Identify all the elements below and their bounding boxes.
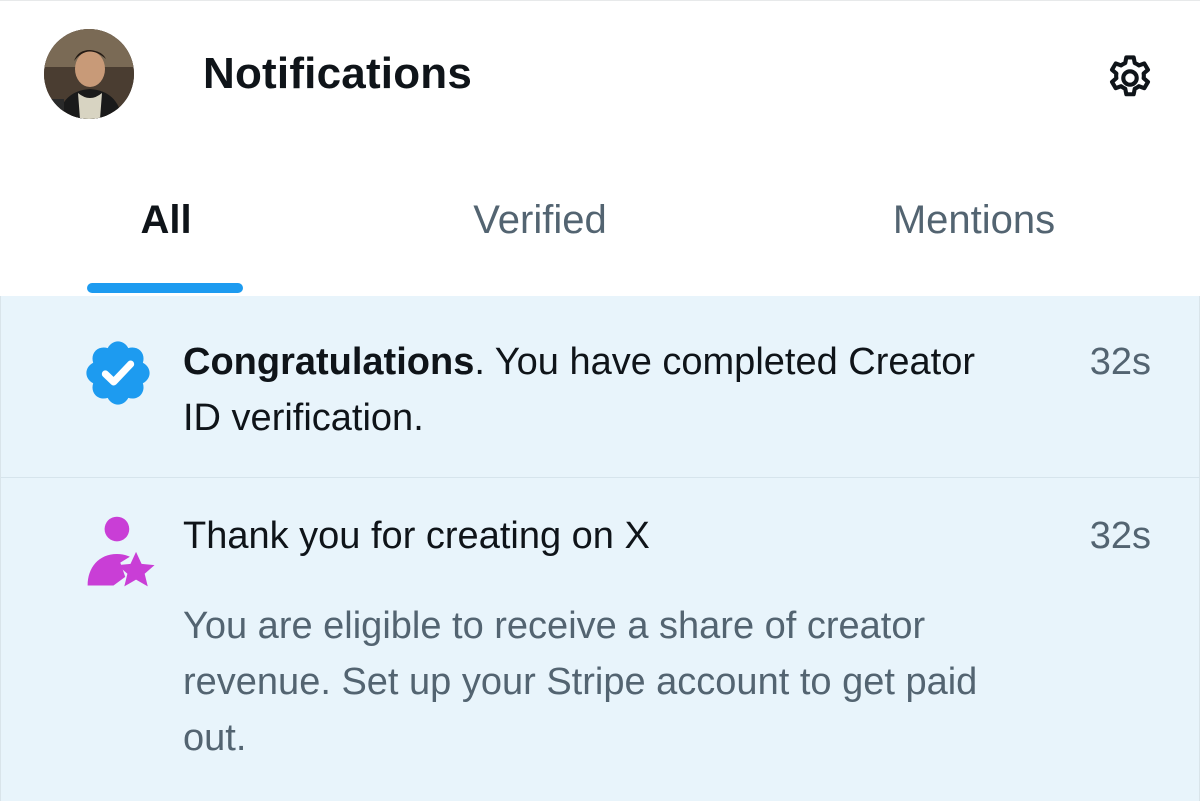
tab-verified[interactable]: Verified	[440, 150, 640, 296]
notifications-list: Congratulations. You have completed Crea…	[0, 296, 1200, 801]
notification-body: You are eligible to receive a share of c…	[183, 605, 978, 759]
tab-mentions[interactable]: Mentions	[874, 150, 1074, 296]
tab-verified-label: Verified	[473, 198, 607, 242]
notification-title: Thank you for creating on X	[183, 515, 650, 557]
header: Notifications	[0, 0, 1200, 150]
tab-mentions-label: Mentions	[892, 198, 1056, 242]
gear-icon[interactable]	[1104, 52, 1156, 104]
verified-badge-icon	[81, 336, 155, 410]
avatar[interactable]	[44, 29, 134, 119]
notification-item[interactable]: Congratulations. You have completed Crea…	[1, 296, 1200, 478]
tab-bar: All Verified Mentions	[0, 150, 1200, 296]
active-tab-indicator	[87, 283, 243, 293]
notification-text: Congratulations. You have completed Crea…	[183, 334, 983, 446]
tab-all-label: All	[140, 198, 192, 242]
avatar-image	[44, 29, 134, 119]
notification-time: 32s	[1089, 341, 1151, 383]
notification-title-bold: Congratulations	[183, 341, 475, 383]
tab-all[interactable]: All	[66, 150, 266, 296]
page-title: Notifications	[203, 49, 473, 98]
notification-item[interactable]: Thank you for creating on X 32s You are …	[1, 478, 1200, 801]
notifications-screen: Notifications All Verified Mentions Cong…	[0, 0, 1200, 801]
creator-star-icon	[83, 513, 157, 587]
notification-time: 32s	[1089, 515, 1151, 557]
